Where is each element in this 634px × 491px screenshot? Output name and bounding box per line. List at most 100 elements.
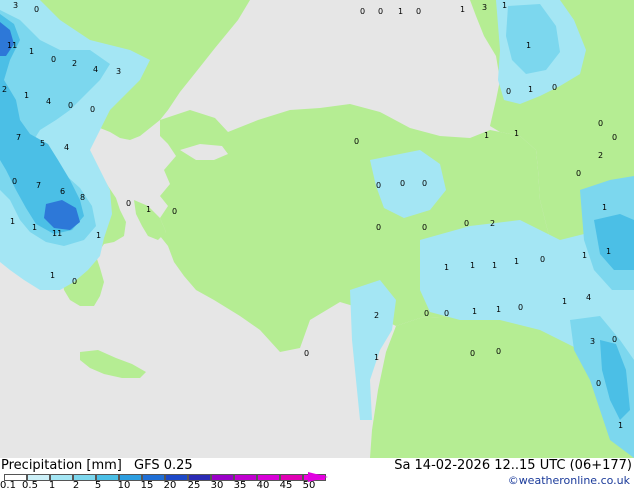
precip-value-label: 1 xyxy=(96,231,101,240)
legend-label: 40 xyxy=(256,480,270,491)
precip-value-label: 1 xyxy=(562,297,567,306)
precip-value-label: 0 xyxy=(90,105,95,114)
legend-label: 35 xyxy=(233,480,247,491)
precip-value-label: 0 xyxy=(72,277,77,286)
precip-value-label: 1 xyxy=(514,129,519,138)
precip-value-label: 3 xyxy=(590,337,595,346)
precip-value-label: 0 xyxy=(400,179,405,188)
legend-label: 20 xyxy=(163,480,177,491)
legend-label: 10 xyxy=(117,480,131,491)
precip-value-label: 0 xyxy=(464,219,469,228)
precip-value-label: 1 xyxy=(514,257,519,266)
precip-value-label: 3 xyxy=(13,1,18,10)
precip-value-label: 1 xyxy=(528,85,533,94)
valid-datetime: Sa 14-02-2026 12..15 UTC (06+177) xyxy=(394,458,632,473)
precip-value-label: 1 xyxy=(472,307,477,316)
precip-value-label: 0 xyxy=(422,179,427,188)
precip-value-label: 8 xyxy=(80,193,85,202)
precip-value-label: 0 xyxy=(360,7,365,16)
precip-value-label: 3 xyxy=(482,3,487,12)
precip-value-label: 0 xyxy=(576,169,581,178)
precip-value-label: 2 xyxy=(374,311,379,320)
precip-value-label: 0 xyxy=(51,55,56,64)
precip-value-label: 4 xyxy=(586,293,591,302)
precip-value-label: 0 xyxy=(34,5,39,14)
precip-value-label: 1 xyxy=(32,223,37,232)
legend-label: 30 xyxy=(210,480,224,491)
precip-value-label: 0 xyxy=(172,207,177,216)
precip-value-label: 0 xyxy=(12,177,17,186)
precip-value-label: 4 xyxy=(46,97,51,106)
precip-value-label: 0 xyxy=(598,119,603,128)
precip-value-label: 0 xyxy=(424,309,429,318)
precip-value-label: 0 xyxy=(422,223,427,232)
precip-value-label: 1 xyxy=(602,203,607,212)
precip-value-label: 0 xyxy=(470,349,475,358)
precip-value-label: 7 xyxy=(16,133,21,142)
precip-value-label: 0 xyxy=(612,133,617,142)
precip-value-label: 1 xyxy=(398,7,403,16)
precip-value-label: 0 xyxy=(376,223,381,232)
precip-value-label: 4 xyxy=(64,143,69,152)
precip-value-label: 1 xyxy=(618,421,623,430)
precip-value-label: 1 xyxy=(29,47,34,56)
precip-value-label: 7 xyxy=(36,181,41,190)
precip-value-label: 1 xyxy=(502,1,507,10)
precip-value-label: 0 xyxy=(304,349,309,358)
legend-label: 2 xyxy=(72,480,80,491)
precip-value-label: 1 xyxy=(606,247,611,256)
precip-value-label: 11 xyxy=(7,41,17,50)
precip-value-label: 1 xyxy=(526,41,531,50)
precip-value-label: 2 xyxy=(72,59,77,68)
precip-value-label: 1 xyxy=(496,305,501,314)
precip-value-label: 1 xyxy=(24,91,29,100)
precip-value-label: 1 xyxy=(146,205,151,214)
precip-value-label: 1 xyxy=(492,261,497,270)
precip-value-label: 0 xyxy=(354,137,359,146)
precip-value-label: 1 xyxy=(460,5,465,14)
legend-label: 25 xyxy=(187,480,201,491)
precip-value-label: 0 xyxy=(612,335,617,344)
legend-label: 45 xyxy=(279,480,293,491)
precip-value-label: 2 xyxy=(598,151,603,160)
legend-label: 0.5 xyxy=(22,480,38,491)
legend-label: 15 xyxy=(140,480,154,491)
precip-value-label: 0 xyxy=(378,7,383,16)
precip-value-label: 1 xyxy=(374,353,379,362)
legend-labels: 0.1 0.5 1 2 5 10 15 20 25 30 35 40 45 50 xyxy=(0,480,340,491)
precip-value-label: 1 xyxy=(484,131,489,140)
precip-value-label: 6 xyxy=(60,187,65,196)
precip-value-label: 1 xyxy=(582,251,587,260)
legend-label: 0.1 xyxy=(0,480,16,491)
precipitation-map: 3 01110 24 3214 0 075 40 76811111011000 0 1 0 1 3 110… xyxy=(0,0,634,458)
legend-label: 1 xyxy=(48,480,56,491)
precip-value-label: 4 xyxy=(93,65,98,74)
precip-value-label: 3 xyxy=(116,67,121,76)
precip-value-label: 0 xyxy=(506,87,511,96)
precip-value-label: 0 xyxy=(126,199,131,208)
precip-value-label: 0 xyxy=(552,83,557,92)
precip-value-label: 1 xyxy=(50,271,55,280)
precip-value-label: 5 xyxy=(40,139,45,148)
legend-label: 5 xyxy=(94,480,102,491)
precip-value-label: 1 xyxy=(10,217,15,226)
map-footer: Precipitation [mm] GFS 0.25 Sa 14-02-202… xyxy=(0,458,634,491)
precip-value-label: 0 xyxy=(540,255,545,264)
precip-value-label: 0 xyxy=(68,101,73,110)
product-title: Precipitation [mm] xyxy=(1,458,122,473)
precip-value-label: 0 xyxy=(376,181,381,190)
precip-value-label: 1 xyxy=(444,263,449,272)
precip-value-label: 0 xyxy=(596,379,601,388)
precip-value-label: 0 xyxy=(416,7,421,16)
precip-value-label: 0 xyxy=(444,309,449,318)
precip-value-label: 2 xyxy=(490,219,495,228)
site-credit[interactable]: ©weatheronline.co.uk xyxy=(508,474,630,487)
legend-label: 50 xyxy=(302,480,316,491)
precip-value-label: 0 xyxy=(496,347,501,356)
precip-value-label: 2 xyxy=(2,85,7,94)
footer-title-row: Precipitation [mm] GFS 0.25 xyxy=(1,458,193,473)
precip-value-label: 11 xyxy=(52,229,62,238)
model-name: GFS 0.25 xyxy=(134,458,193,473)
precip-value-label: 0 xyxy=(518,303,523,312)
precip-value-label: 1 xyxy=(470,261,475,270)
